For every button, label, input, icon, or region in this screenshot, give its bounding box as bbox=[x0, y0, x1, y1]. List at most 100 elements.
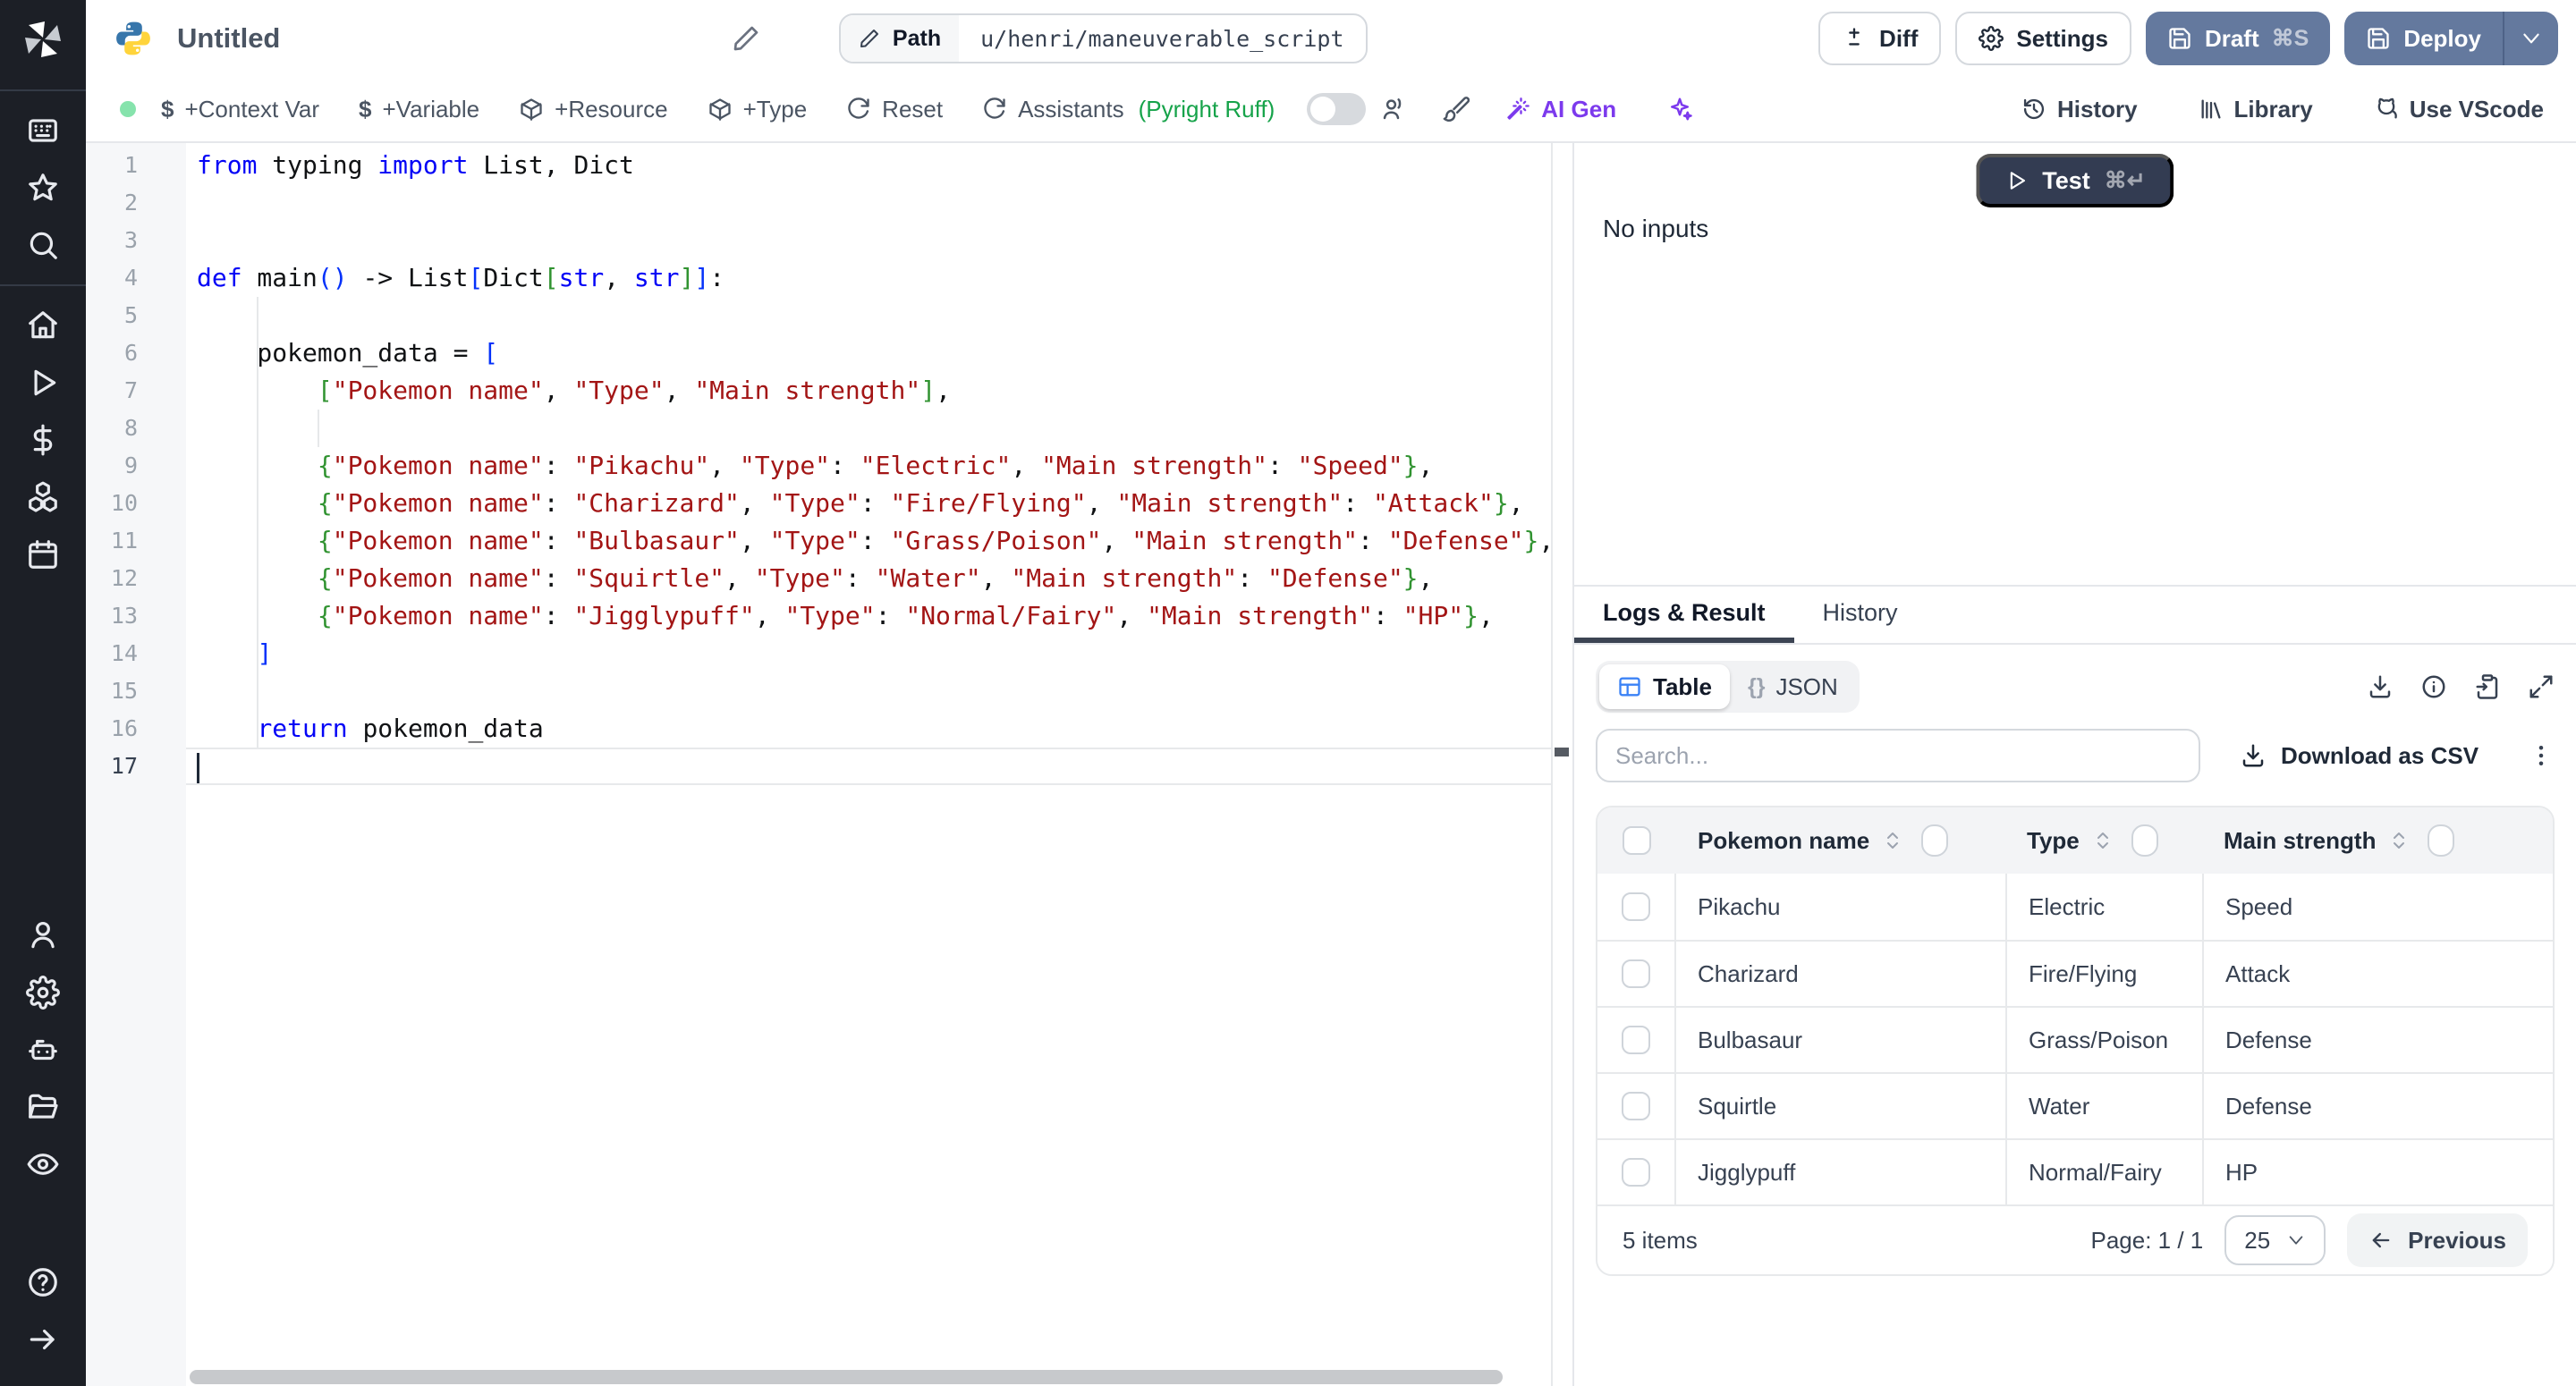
page-size-select[interactable]: 25 bbox=[2224, 1215, 2326, 1265]
code-line[interactable]: def main() -> List[Dict[str, str]]: bbox=[186, 259, 1551, 297]
save-icon bbox=[2167, 26, 2192, 51]
sidebar-item-variables[interactable] bbox=[0, 411, 86, 469]
download-csv-button[interactable]: Download as CSV bbox=[2240, 742, 2479, 770]
path-value[interactable]: u/henri/maneuverable_script bbox=[959, 26, 1365, 52]
ai-gen-button[interactable]: AI Gen bbox=[1505, 96, 1616, 123]
sort-arrows-icon[interactable] bbox=[2388, 830, 2410, 851]
sidebar-item-audit-logs[interactable] bbox=[0, 1136, 86, 1193]
code-line[interactable] bbox=[186, 222, 1551, 259]
sidebar-item-search[interactable] bbox=[0, 216, 86, 274]
code-lines[interactable]: from typing import List, Dict def main() … bbox=[186, 147, 1551, 785]
row-checkbox[interactable] bbox=[1622, 959, 1650, 988]
sidebar-item-resources[interactable] bbox=[0, 469, 86, 526]
table-options-kebab-icon[interactable] bbox=[2528, 742, 2555, 769]
search-icon bbox=[26, 228, 60, 262]
row-checkbox[interactable] bbox=[1622, 1092, 1650, 1120]
draft-button[interactable]: Draft ⌘S bbox=[2146, 12, 2330, 65]
column-header-label: Type bbox=[2027, 827, 2080, 855]
lint-status[interactable]: (Pyright Ruff) bbox=[1139, 96, 1275, 123]
diff-button[interactable]: Diff bbox=[1818, 12, 1941, 65]
sidebar-item-workers[interactable] bbox=[0, 1021, 86, 1078]
assistants-button[interactable]: Assistants bbox=[982, 96, 1124, 123]
play-icon bbox=[26, 366, 60, 400]
row-checkbox[interactable] bbox=[1622, 1026, 1650, 1054]
deploy-dropdown-button[interactable] bbox=[2504, 12, 2558, 65]
windmill-logo[interactable] bbox=[0, 0, 86, 79]
code-line[interactable]: {"Pokemon name": "Pikachu", "Type": "Ele… bbox=[186, 447, 1551, 485]
sidebar-expand-button[interactable] bbox=[0, 1311, 86, 1368]
settings-button[interactable]: Settings bbox=[1955, 12, 2131, 65]
save-icon bbox=[2366, 26, 2391, 51]
horizontal-scrollbar[interactable] bbox=[190, 1370, 1503, 1384]
code-line[interactable] bbox=[186, 410, 1551, 447]
view-json-button[interactable]: {} JSON bbox=[1730, 664, 1856, 709]
editor-toolbar: $+Context Var $+Variable +Resource +Type… bbox=[86, 77, 2576, 143]
path-input[interactable]: Path u/henri/maneuverable_script bbox=[839, 13, 1368, 63]
row-checkbox[interactable] bbox=[1622, 1158, 1650, 1187]
add-variable-button[interactable]: $+Variable bbox=[359, 96, 479, 123]
code-line[interactable] bbox=[186, 297, 1551, 334]
library-button[interactable]: Library bbox=[2199, 96, 2313, 123]
code-line[interactable]: {"Pokemon name": "Charizard", "Type": "F… bbox=[186, 485, 1551, 522]
test-button[interactable]: Test ⌘↵ bbox=[1976, 154, 2174, 207]
sparkles-icon[interactable] bbox=[1666, 96, 1693, 123]
copy-clipboard-icon[interactable] bbox=[2474, 673, 2501, 700]
sidebar-item-folders[interactable] bbox=[0, 1078, 86, 1136]
row-checkbox[interactable] bbox=[1622, 892, 1650, 921]
code-line[interactable] bbox=[186, 184, 1551, 222]
use-vscode-button[interactable]: Use VScode bbox=[2374, 96, 2544, 123]
column-toggle[interactable] bbox=[2131, 824, 2158, 857]
sidebar-item-workspace[interactable] bbox=[0, 102, 86, 159]
sidebar-item-favorites[interactable] bbox=[0, 159, 86, 216]
code-line[interactable] bbox=[186, 672, 1551, 710]
multiplayer-users-icon[interactable] bbox=[1380, 96, 1407, 123]
sidebar-item-help[interactable] bbox=[0, 1254, 86, 1311]
sort-arrows-icon[interactable] bbox=[1882, 830, 1903, 851]
code-line[interactable]: return pokemon_data bbox=[186, 710, 1551, 748]
sidebar-item-schedules[interactable] bbox=[0, 526, 86, 583]
chevron-down-icon bbox=[2286, 1230, 2306, 1250]
add-context-var-button[interactable]: $+Context Var bbox=[161, 96, 319, 123]
result-search-input[interactable] bbox=[1596, 729, 2200, 782]
row-checkbox[interactable] bbox=[1623, 826, 1651, 855]
help-circle-icon bbox=[26, 1265, 60, 1299]
sidebar-item-settings[interactable] bbox=[0, 964, 86, 1021]
table-footer: 5 items Page: 1 / 1 25 Previous bbox=[1597, 1204, 2553, 1274]
edit-summary-button[interactable] bbox=[732, 24, 760, 53]
code-line[interactable]: {"Pokemon name": "Squirtle", "Type": "Wa… bbox=[186, 560, 1551, 597]
previous-page-button[interactable]: Previous bbox=[2347, 1213, 2528, 1267]
add-type-button[interactable]: +Type bbox=[708, 96, 808, 123]
view-table-button[interactable]: Table bbox=[1599, 664, 1730, 709]
sidebar-item-runs[interactable] bbox=[0, 354, 86, 411]
dollar-icon bbox=[26, 423, 60, 457]
download-result-icon[interactable] bbox=[2367, 673, 2394, 700]
refresh-icon bbox=[846, 97, 871, 122]
info-icon[interactable] bbox=[2420, 673, 2447, 700]
column-toggle[interactable] bbox=[1921, 824, 1948, 857]
result-tab-history[interactable]: History bbox=[1794, 587, 1927, 643]
code-line[interactable]: from typing import List, Dict bbox=[186, 147, 1551, 184]
table-cell: Water bbox=[2005, 1074, 2202, 1138]
column-toggle[interactable] bbox=[2428, 824, 2454, 857]
add-resource-button[interactable]: +Resource bbox=[519, 96, 667, 123]
multiplayer-toggle[interactable] bbox=[1307, 93, 1366, 125]
line-number: 12 bbox=[86, 560, 186, 597]
format-brush-icon[interactable] bbox=[1443, 96, 1470, 123]
deploy-button[interactable]: Deploy bbox=[2344, 12, 2503, 65]
sidebar-item-users[interactable] bbox=[0, 907, 86, 964]
table-cell: Pikachu bbox=[1676, 874, 2005, 940]
reset-button[interactable]: Reset bbox=[846, 96, 943, 123]
code-editor[interactable]: 1234567891011121314151617 from typing im… bbox=[86, 143, 1572, 1386]
sort-arrows-icon[interactable] bbox=[2092, 830, 2114, 851]
gear-icon bbox=[26, 976, 60, 1010]
code-line[interactable]: {"Pokemon name": "Jigglypuff", "Type": "… bbox=[186, 597, 1551, 635]
history-button[interactable]: History bbox=[2021, 96, 2138, 123]
expand-icon[interactable] bbox=[2528, 673, 2555, 700]
sidebar-item-home[interactable] bbox=[0, 297, 86, 354]
code-line[interactable]: ] bbox=[186, 635, 1551, 672]
code-line[interactable]: {"Pokemon name": "Bulbasaur", "Type": "G… bbox=[186, 522, 1551, 560]
result-tab-logs-result[interactable]: Logs & Result bbox=[1574, 587, 1794, 643]
code-line[interactable]: ["Pokemon name", "Type", "Main strength"… bbox=[186, 372, 1551, 410]
code-line[interactable] bbox=[186, 748, 1551, 785]
code-line[interactable]: pokemon_data = [ bbox=[186, 334, 1551, 372]
